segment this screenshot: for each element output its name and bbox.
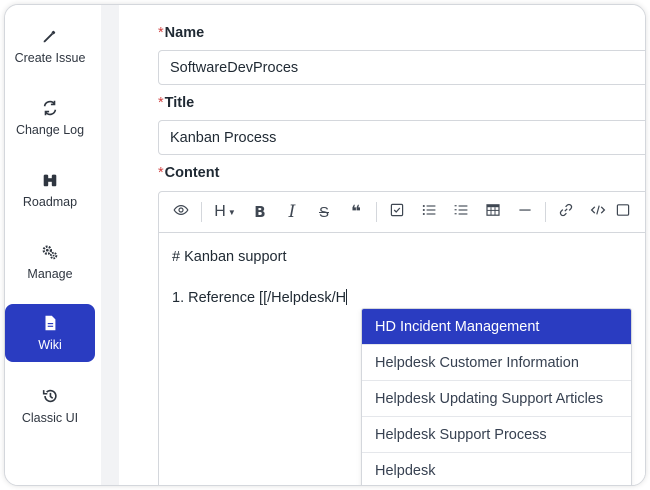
toolbar-divider	[376, 202, 377, 222]
bold-icon: B	[254, 203, 266, 221]
strikethrough-icon: S	[318, 203, 329, 221]
required-marker: *	[158, 165, 164, 181]
code-block-button[interactable]	[614, 197, 632, 227]
table-icon	[485, 202, 501, 222]
quote-button[interactable]: ❝	[340, 197, 372, 227]
title-field[interactable]: Kanban Process	[158, 120, 645, 155]
sidebar-item-roadmap[interactable]: Roadmap	[5, 161, 95, 219]
eye-icon	[173, 202, 189, 222]
gears-icon	[41, 243, 59, 261]
name-field-value: SoftwareDevProces	[170, 59, 299, 76]
horizontal-rule-button[interactable]	[509, 197, 541, 227]
autocomplete-option[interactable]: Helpdesk Customer Information	[362, 345, 631, 381]
horizontal-rule-icon	[517, 202, 533, 222]
numbered-list-icon	[453, 202, 469, 222]
title-label: *Title	[158, 95, 195, 111]
sidebar-item-classic-ui[interactable]: Classic UI	[5, 377, 95, 435]
code-button[interactable]	[582, 197, 614, 227]
bullet-list-button[interactable]	[413, 197, 445, 227]
sidebar-item-label: Create Issue	[14, 51, 86, 65]
title-field-value: Kanban Process	[170, 129, 277, 146]
autocomplete-option[interactable]: HD Incident Management	[362, 309, 631, 345]
preview-button[interactable]	[165, 197, 197, 227]
italic-icon: I	[288, 202, 296, 222]
sidebar-item-change-log[interactable]: Change Log	[5, 89, 95, 147]
code-block-icon	[615, 202, 631, 222]
autocomplete-option[interactable]: Helpdesk	[362, 453, 631, 485]
heading-label: H	[214, 203, 226, 220]
bold-button[interactable]: B	[244, 197, 276, 227]
required-marker: *	[158, 25, 164, 41]
editor-toolbar: H ▼ B I S ❝	[159, 192, 645, 233]
quote-icon: ❝	[351, 202, 361, 221]
sidebar-divider	[101, 5, 119, 485]
required-marker: *	[158, 95, 164, 111]
sidebar-item-create-issue[interactable]: Create Issue	[5, 17, 95, 75]
refresh-icon	[41, 99, 59, 117]
heading-button[interactable]: H ▼	[206, 197, 244, 227]
toolbar-divider	[545, 202, 546, 222]
wiki-form: *Name SoftwareDevProces *Title Kanban Pr…	[119, 5, 645, 485]
link-button[interactable]	[550, 197, 582, 227]
sidebar-item-manage[interactable]: Manage	[5, 233, 95, 291]
sidebar-item-label: Roadmap	[22, 195, 78, 209]
text-caret	[346, 289, 348, 305]
document-icon	[41, 314, 59, 332]
autocomplete-option[interactable]: Helpdesk Support Process	[362, 417, 631, 453]
link-icon	[558, 202, 574, 222]
task-list-button[interactable]	[381, 197, 413, 227]
strikethrough-button[interactable]: S	[308, 197, 340, 227]
edit-icon	[41, 27, 59, 45]
editor-line-current: 1. Reference [[/Helpdesk/H	[172, 289, 348, 306]
chevron-down-icon: ▼	[227, 207, 236, 217]
sidebar-item-wiki[interactable]: Wiki	[5, 304, 95, 362]
checkbox-icon	[389, 202, 405, 222]
toolbar-divider	[201, 202, 202, 222]
sidebar-item-label: Change Log	[15, 123, 85, 137]
name-label: *Name	[158, 25, 205, 41]
wiki-link-autocomplete: HD Incident Management Helpdesk Customer…	[361, 308, 632, 485]
name-field[interactable]: SoftwareDevProces	[158, 50, 645, 85]
sidebar-item-label: Classic UI	[21, 411, 79, 425]
sidebar-item-label: Wiki	[38, 338, 62, 352]
table-button[interactable]	[477, 197, 509, 227]
code-icon	[590, 202, 606, 222]
app-window: Create Issue Change Log Roadmap Manage W	[4, 4, 646, 486]
binoculars-icon	[41, 171, 59, 189]
sidebar-item-label: Manage	[27, 267, 73, 281]
bullet-list-icon	[421, 202, 437, 222]
content-label: *Content	[158, 165, 220, 181]
numbered-list-button[interactable]	[445, 197, 477, 227]
italic-button[interactable]: I	[276, 197, 308, 227]
sidebar: Create Issue Change Log Roadmap Manage W	[5, 5, 101, 485]
autocomplete-option[interactable]: Helpdesk Updating Support Articles	[362, 381, 631, 417]
history-icon	[41, 387, 59, 405]
editor-line: # Kanban support	[172, 249, 287, 265]
